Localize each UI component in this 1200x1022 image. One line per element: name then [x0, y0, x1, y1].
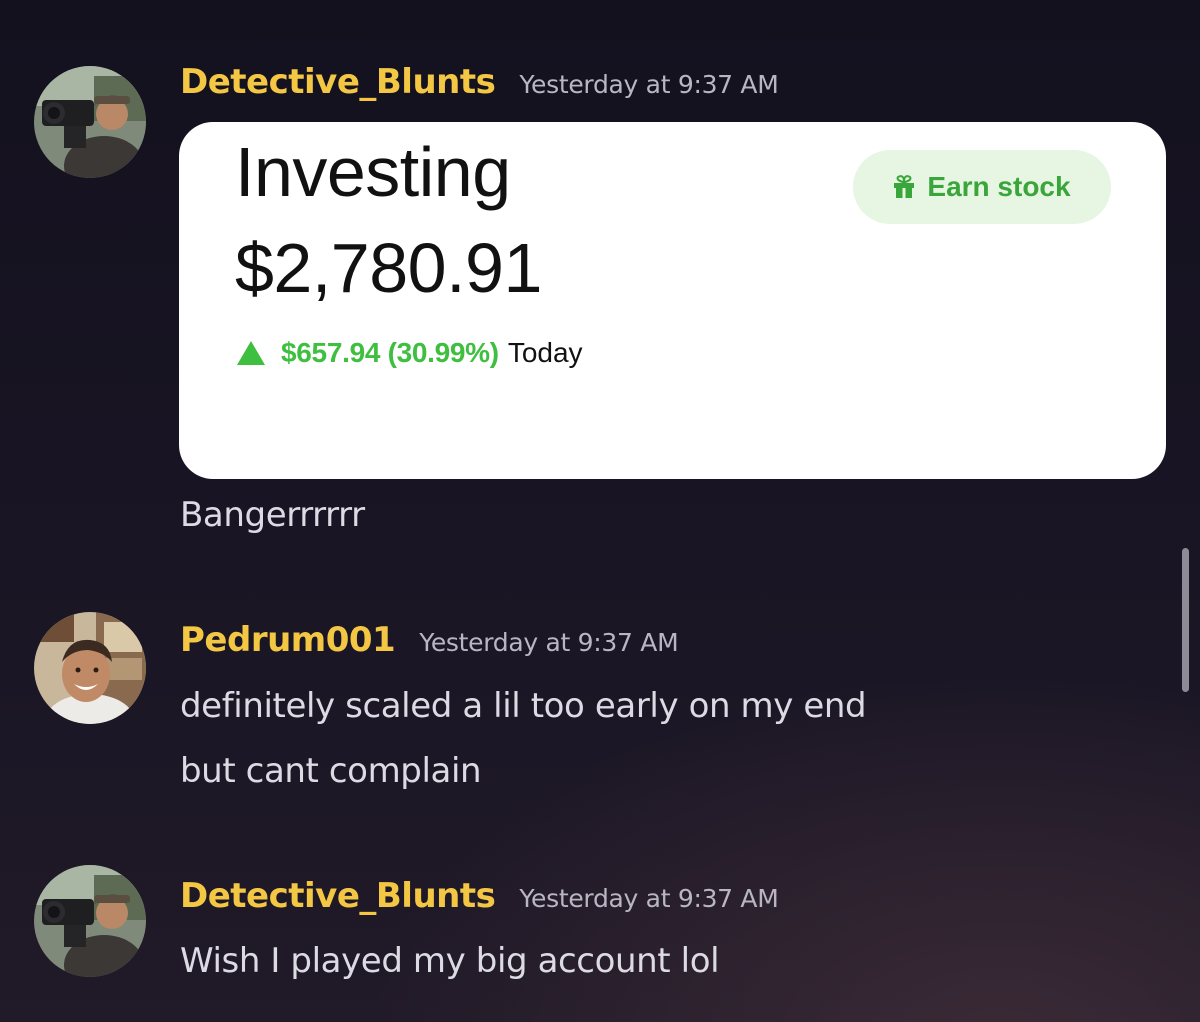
message-text: definitely scaled a lil too early on my …: [180, 686, 867, 726]
username[interactable]: Detective_Blunts: [180, 876, 496, 916]
username[interactable]: Detective_Blunts: [180, 62, 496, 102]
timestamp: Yesterday at 9:37 AM: [519, 884, 779, 913]
image-attachment[interactable]: Investing $2,780.91 $657.94 (30.99%) Tod…: [179, 122, 1166, 479]
earn-stock-label: Earn stock: [927, 171, 1071, 202]
avatar[interactable]: [34, 612, 146, 724]
message-text: Wish I played my big account lol: [180, 941, 720, 981]
avatar[interactable]: [34, 66, 146, 178]
username[interactable]: Pedrum001: [180, 620, 396, 660]
avatar-photo-icon: [34, 66, 146, 178]
change-period: Today: [507, 337, 583, 368]
message-header: Pedrum001 Yesterday at 9:37 AM: [180, 620, 679, 660]
gift-icon: [894, 175, 915, 198]
earn-stock-button[interactable]: Earn stock: [853, 150, 1111, 224]
avatar-photo-icon: [34, 612, 146, 724]
portfolio-amount: $2,780.91: [235, 229, 542, 307]
avatar[interactable]: [34, 865, 146, 977]
scrollbar[interactable]: [1182, 548, 1189, 692]
investing-title: Investing: [235, 133, 511, 211]
timestamp: Yesterday at 9:37 AM: [419, 628, 679, 657]
change-value: $657.94 (30.99%): [281, 337, 499, 368]
message-text: Bangerrrrrr: [180, 495, 365, 535]
message-header: Detective_Blunts Yesterday at 9:37 AM: [180, 62, 779, 102]
message-header: Detective_Blunts Yesterday at 9:37 AM: [180, 876, 779, 916]
message-text: but cant complain: [180, 751, 482, 791]
timestamp: Yesterday at 9:37 AM: [519, 70, 779, 99]
daily-change: $657.94 (30.99%) Today: [237, 337, 583, 369]
triangle-up-icon: [237, 341, 265, 365]
avatar-photo-icon: [34, 865, 146, 977]
